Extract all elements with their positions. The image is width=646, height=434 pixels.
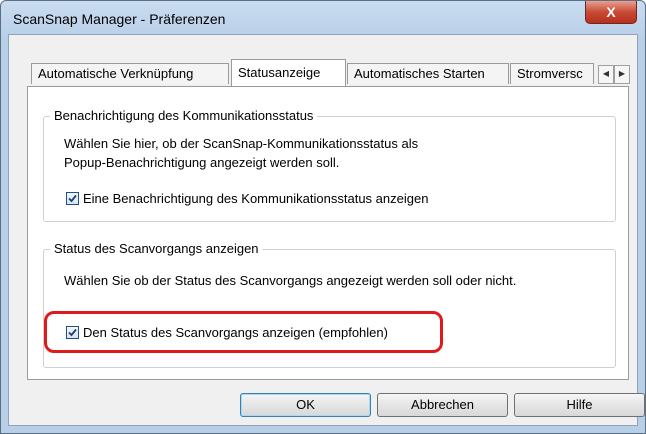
group-legend: Benachrichtigung des Kommunikationsstatu… <box>50 108 318 123</box>
group-legend: Status des Scanvorgangs anzeigen <box>50 241 263 256</box>
communication-description-line-2: Popup-Benachrichtigung angezeigt werden … <box>64 155 340 170</box>
tab-automatisches-starten[interactable]: Automatisches Starten <box>347 63 509 84</box>
chevron-right-icon: ▶ <box>618 69 626 78</box>
tab-stromversorgung[interactable]: Stromversc <box>510 63 594 84</box>
checkbox-box[interactable] <box>66 192 79 205</box>
highlight-annotation <box>44 311 443 353</box>
title-bar[interactable]: ScanSnap Manager - Präferenzen X <box>1 1 645 35</box>
tab-label: Automatisches Starten <box>354 66 485 81</box>
communication-description-line-1: Wählen Sie hier, ob der ScanSnap-Kommuni… <box>64 136 419 151</box>
checkmark-icon <box>68 194 77 203</box>
window-title: ScanSnap Manager - Präferenzen <box>13 11 226 27</box>
tab-statusanzeige[interactable]: Statusanzeige <box>231 59 346 86</box>
close-button[interactable]: X <box>585 1 637 24</box>
tab-label: Statusanzeige <box>238 65 321 80</box>
ok-button[interactable]: OK <box>240 393 371 417</box>
help-button[interactable]: Hilfe <box>514 393 645 417</box>
cancel-button[interactable]: Abbrechen <box>377 393 508 417</box>
communication-status-checkbox[interactable]: Eine Benachrichtigung des Kommunikations… <box>66 191 428 206</box>
scan-status-description: Wählen Sie ob der Status des Scanvorgang… <box>64 273 517 288</box>
checkbox-label: Eine Benachrichtigung des Kommunikations… <box>83 191 429 206</box>
tab-scroll-left-button[interactable]: ◀ <box>598 65 614 84</box>
chevron-left-icon: ◀ <box>602 69 610 78</box>
tab-label: Automatische Verknüpfung <box>38 66 194 81</box>
tab-scroll-right-button[interactable]: ▶ <box>614 65 630 84</box>
close-icon: X <box>606 4 616 20</box>
tab-automatische-verknuepfung[interactable]: Automatische Verknüpfung <box>31 63 229 84</box>
tab-label: Stromversc <box>517 66 583 81</box>
